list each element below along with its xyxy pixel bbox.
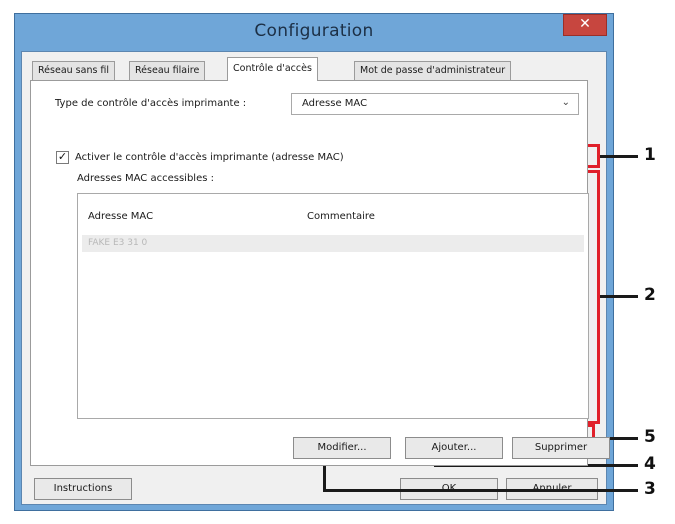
access-type-label: Type de contrôle d'accès imprimante : <box>55 98 247 109</box>
accessible-mac-label: Adresses MAC accessibles : <box>77 173 214 184</box>
callout-number-2: 2 <box>644 285 656 305</box>
callout-number-5: 5 <box>644 427 656 447</box>
window-title: Configuration <box>254 21 374 41</box>
instructions-button[interactable]: Instructions <box>34 478 132 500</box>
row-mac-value: FAKE E3 31 0 <box>88 238 148 248</box>
enable-access-control-label[interactable]: Activer le contrôle d'accès imprimante (… <box>75 152 344 163</box>
close-button[interactable]: ✕ <box>563 14 607 36</box>
callout-line-1 <box>600 155 638 158</box>
table-row[interactable]: FAKE E3 31 0 <box>82 235 584 252</box>
configuration-dialog: Configuration ✕ Réseau sans fil Réseau f… <box>14 13 614 511</box>
tab-wired[interactable]: Réseau filaire <box>129 61 206 80</box>
add-button[interactable]: Ajouter... <box>405 437 503 459</box>
dialog-client-area: Réseau sans fil Réseau filaire Contrôle … <box>21 51 610 505</box>
chevron-down-icon: ⌄ <box>561 97 570 108</box>
callout-number-3: 3 <box>644 479 656 499</box>
access-type-value: Adresse MAC <box>302 98 368 109</box>
callout-line-2 <box>600 295 638 298</box>
tab-access-control[interactable]: Contrôle d'accès <box>227 57 318 81</box>
callout-number-1: 1 <box>644 145 656 165</box>
tab-admin-password[interactable]: Mot de passe d'administrateur <box>354 61 512 80</box>
column-header-mac[interactable]: Adresse MAC <box>88 211 153 222</box>
callout-number-4: 4 <box>644 454 656 474</box>
tab-panel-access-control: Type de contrôle d'accès imprimante : Ad… <box>30 80 610 466</box>
delete-button[interactable]: Supprimer <box>512 437 610 459</box>
column-header-comment[interactable]: Commentaire <box>307 211 375 222</box>
callout-line-3 <box>323 489 638 492</box>
mac-address-list[interactable]: Adresse MAC Commentaire FAKE E3 31 0 <box>77 193 589 419</box>
close-icon[interactable]: ✕ <box>564 16 606 32</box>
checkmark-icon: ✓ <box>57 150 68 163</box>
modify-button[interactable]: Modifier... <box>293 437 391 459</box>
access-type-select[interactable]: Adresse MAC ⌄ <box>291 93 579 115</box>
tab-wireless[interactable]: Réseau sans fil <box>32 61 116 80</box>
enable-access-control-checkbox[interactable]: ✓ <box>56 151 69 164</box>
